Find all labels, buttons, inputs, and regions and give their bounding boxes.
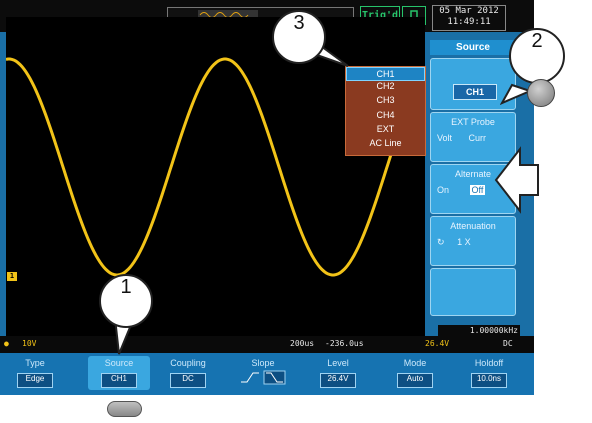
bottom-type-button[interactable]: Type Edge <box>4 356 66 390</box>
dropdown-option-ch4[interactable]: CH4 <box>346 110 425 124</box>
trigger-level: 26.4V <box>425 339 450 348</box>
attenuation-value: 1 X <box>457 237 471 247</box>
bottom-level-button[interactable]: Level 26.4V <box>307 356 369 390</box>
source-bottom-value: CH1 <box>101 373 137 388</box>
callout-1-label: 1 <box>120 276 132 298</box>
bottom-mode-button[interactable]: Mode Auto <box>384 356 446 390</box>
time: 11:49:11 <box>447 17 491 27</box>
attenuation-title: Attenuation <box>450 221 496 231</box>
callout-2-label: 2 <box>531 30 543 52</box>
dropdown-option-ext[interactable]: EXT <box>346 124 425 138</box>
callout-2: 2 <box>509 28 565 84</box>
waveform-plot <box>5 57 426 277</box>
ch1-ground-marker: 1 <box>7 272 17 281</box>
mode-label: Mode <box>403 358 427 368</box>
mode-value: Auto <box>397 373 433 388</box>
bottom-source-button[interactable]: Source CH1 <box>88 356 150 390</box>
dropdown-option-ch2[interactable]: CH2 <box>346 81 425 95</box>
ch1-indicator: ● <box>4 339 9 348</box>
coupling-label: Coupling <box>170 358 206 368</box>
ext-probe-curr: Curr <box>468 133 487 143</box>
dropdown-option-ch3[interactable]: CH3 <box>346 95 425 109</box>
coupling-value: DC <box>170 373 206 388</box>
trigger-coupling: DC <box>503 339 513 348</box>
bottom-slope-button[interactable]: Slope <box>232 356 294 390</box>
source-knob-icon[interactable] <box>527 79 555 107</box>
ext-probe-volt: Volt <box>437 133 453 143</box>
oscilloscope-display: Trig'd 05 Mar 2012 11:49:11 1 Source CH1… <box>0 0 534 395</box>
alternate-on: On <box>437 185 450 195</box>
date: 05 Mar 2012 <box>439 6 499 16</box>
variable-knob-icon: ↻ <box>437 237 445 247</box>
holdoff-label: Holdoff <box>474 358 504 368</box>
delay: -236.0us <box>325 339 364 348</box>
level-value: 26.4V <box>320 373 356 388</box>
source-hardware-button[interactable] <box>107 401 142 417</box>
callout-3-label: 3 <box>293 12 305 34</box>
date-time: 05 Mar 2012 11:49:11 <box>432 5 506 31</box>
channel-status-bar: ● 10V 200us -236.0us 26.4V DC <box>0 336 534 353</box>
source-dropdown: CH1 CH2 CH3 CH4 EXT AC Line <box>345 66 426 156</box>
side-menu-header: Source <box>430 40 516 55</box>
bottom-coupling-button[interactable]: Coupling DC <box>157 356 219 390</box>
level-label: Level <box>327 358 349 368</box>
timebase: 200us <box>290 339 315 348</box>
bottom-holdoff-button[interactable]: Holdoff 10.0ns <box>458 356 520 390</box>
callout-1: 1 <box>99 274 153 328</box>
waveform-area <box>5 17 426 336</box>
alternate-off: Off <box>469 185 486 195</box>
attenuation-value-row: ↻ 1 X <box>431 237 515 248</box>
type-value: Edge <box>17 373 53 388</box>
source-value: CH1 <box>453 84 497 100</box>
frequency-counter: 1.00000kHz <box>438 325 520 336</box>
type-label: Type <box>25 358 45 368</box>
left-arrow-icon <box>494 146 539 214</box>
empty-menu-item[interactable] <box>430 268 516 316</box>
dropdown-option-ac-line[interactable]: AC Line <box>346 138 425 152</box>
slope-rising-falling-icon <box>241 370 286 385</box>
ext-probe-options: Volt Curr <box>431 133 515 143</box>
holdoff-value: 10.0ns <box>471 373 507 388</box>
ext-probe-title: EXT Probe <box>451 117 495 127</box>
slope-label: Slope <box>251 358 275 368</box>
ch1-scale: 10V <box>22 339 37 348</box>
attenuation-menu-item[interactable]: Attenuation ↻ 1 X <box>430 216 516 266</box>
callout-3: 3 <box>272 10 326 64</box>
